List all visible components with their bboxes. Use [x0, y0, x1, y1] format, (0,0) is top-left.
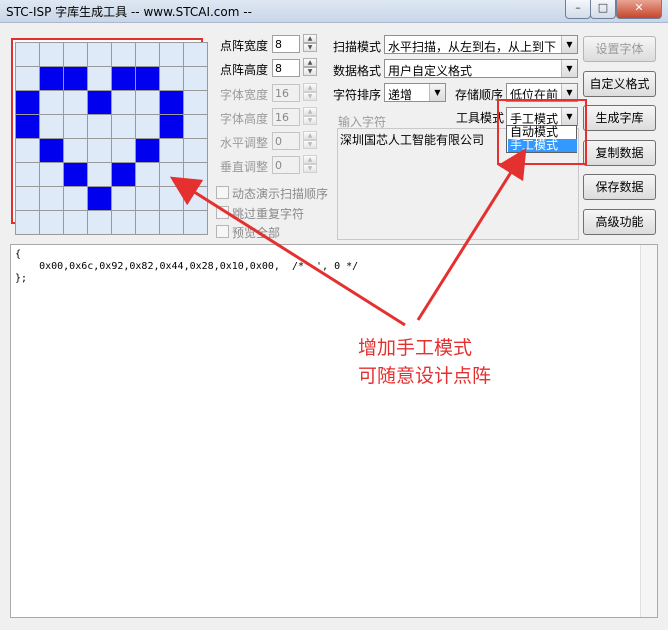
arrow-to-grid — [169, 176, 406, 327]
annotation-arrows — [169, 147, 527, 327]
annotation-line-1: 增加手工模式 — [358, 337, 473, 359]
annotation-line-2: 可随意设计点阵 — [358, 365, 492, 387]
arrow-to-tool-mode — [416, 147, 527, 321]
